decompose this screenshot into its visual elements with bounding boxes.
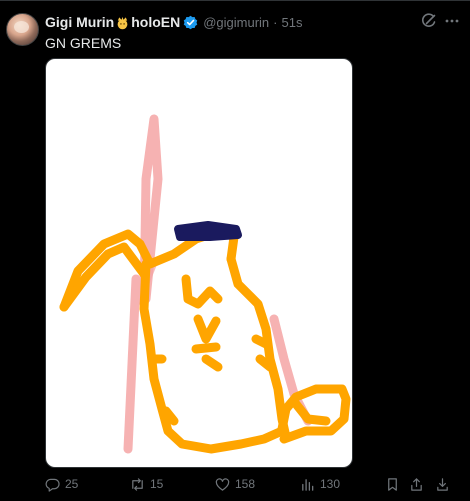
action-bar: 25 15 158 130	[0, 474, 470, 494]
download-button[interactable]	[435, 474, 450, 494]
repost-icon	[132, 477, 143, 491]
timestamp[interactable]: 51s	[282, 15, 303, 30]
author-name-suffix[interactable]: holoEN	[131, 14, 180, 30]
verified-badge-icon	[183, 15, 198, 30]
share-button[interactable]	[409, 474, 424, 494]
separator-dot: ·	[273, 14, 278, 30]
bookmark-button[interactable]	[385, 474, 400, 494]
views-icon	[302, 478, 314, 491]
share-icon	[411, 477, 422, 491]
post-image[interactable]	[45, 58, 353, 468]
repost-button[interactable]: 15	[130, 474, 163, 494]
like-icon	[215, 477, 230, 491]
crown-face-emoji-icon	[115, 15, 130, 30]
reply-button[interactable]: 25	[45, 474, 78, 494]
like-count: 158	[235, 477, 256, 491]
author-name[interactable]: Gigi Murin	[45, 14, 114, 30]
post-text: GN GREMS	[45, 35, 122, 51]
repost-count: 15	[150, 477, 164, 491]
views-button[interactable]: 130	[300, 474, 340, 494]
reply-count: 25	[65, 477, 79, 491]
author-handle[interactable]: @gigimurin	[203, 15, 269, 30]
download-icon	[437, 477, 448, 491]
pikachu-doodle-drawing	[59, 114, 351, 454]
views-count: 130	[320, 477, 341, 491]
like-button[interactable]: 158	[215, 474, 255, 494]
top-divider	[0, 0, 470, 1]
grok-icon[interactable]	[421, 13, 437, 29]
more-icon[interactable]	[443, 13, 461, 29]
bookmark-icon	[388, 477, 397, 491]
avatar[interactable]	[6, 13, 39, 46]
reply-icon	[45, 478, 60, 492]
post-header: Gigi Murin holoEN @gigimurin · 51s	[45, 13, 302, 31]
